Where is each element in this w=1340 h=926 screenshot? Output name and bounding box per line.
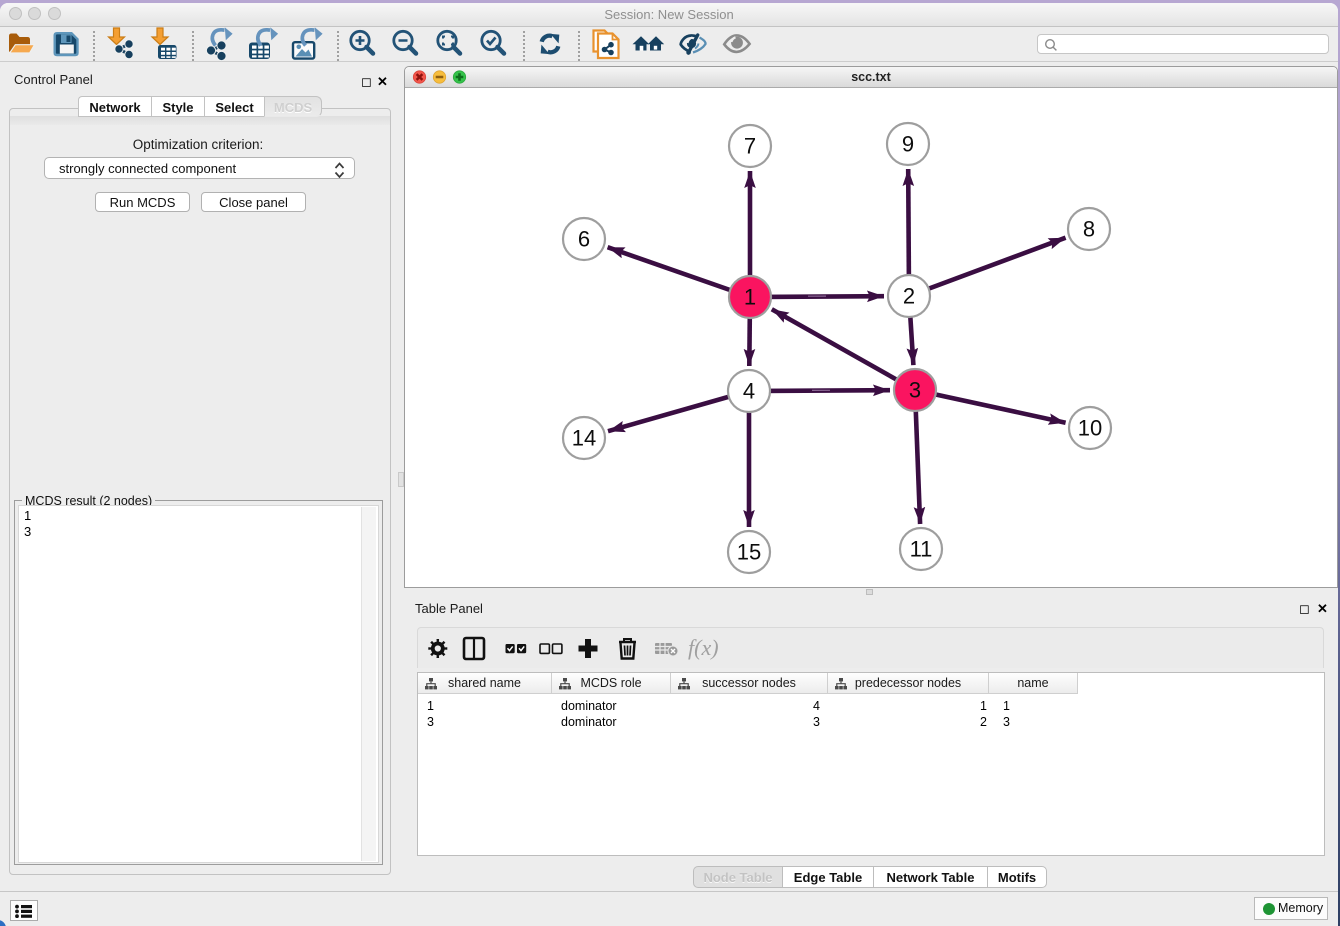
svg-text:15: 15 [737, 540, 761, 565]
svg-text:2: 2 [903, 284, 915, 309]
svg-text:4: 4 [743, 379, 755, 404]
svg-text:f(x): f(x) [688, 635, 719, 660]
svg-text:14: 14 [572, 426, 596, 451]
svg-text:6: 6 [578, 227, 590, 252]
svg-text:8: 8 [1083, 217, 1095, 242]
svg-text:11: 11 [910, 537, 933, 562]
svg-text:7: 7 [744, 134, 756, 159]
svg-text:9: 9 [902, 132, 914, 157]
svg-text:3: 3 [909, 378, 921, 403]
svg-text:10: 10 [1078, 416, 1102, 441]
svg-text:1: 1 [744, 285, 756, 310]
